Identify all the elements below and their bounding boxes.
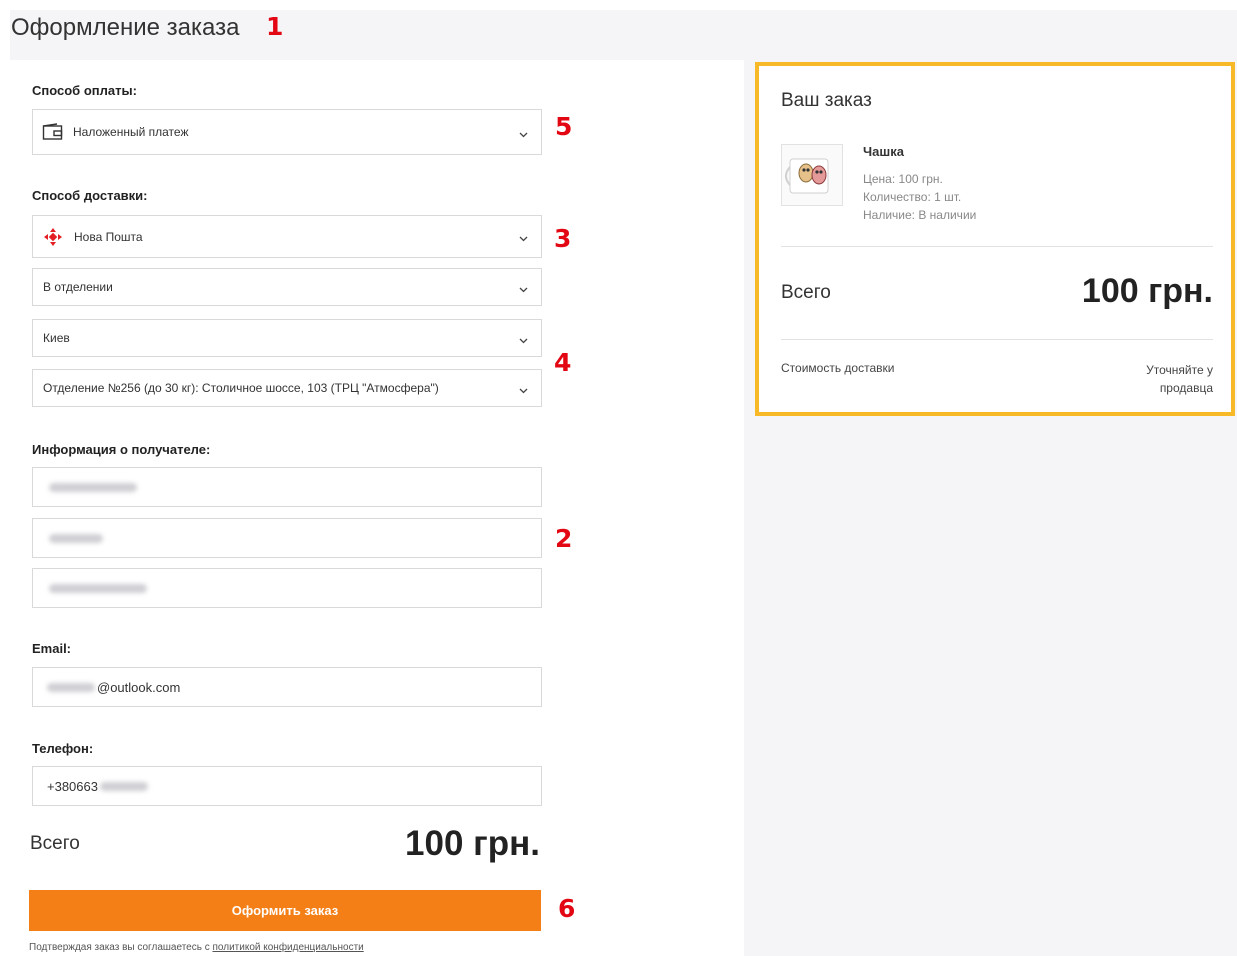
redacted-text bbox=[49, 583, 147, 593]
annotation-marker-5: 5 bbox=[555, 112, 573, 141]
order-summary-title: Ваш заказ bbox=[781, 90, 872, 111]
phone-label: Телефон: bbox=[32, 741, 94, 756]
middle-name-input[interactable] bbox=[32, 568, 542, 608]
page-title: Оформление заказа bbox=[11, 14, 240, 41]
delivery-carrier-select[interactable]: Нова Пошта bbox=[32, 215, 542, 258]
delivery-type-value: В отделении bbox=[43, 280, 113, 294]
recipient-info-label: Информация о получателе: bbox=[32, 442, 211, 457]
divider bbox=[781, 246, 1213, 247]
annotation-marker-6: 6 bbox=[558, 894, 576, 923]
delivery-type-select[interactable]: В отделении bbox=[32, 268, 542, 306]
chevron-down-icon bbox=[519, 283, 528, 293]
product-price: Цена: 100 грн. bbox=[863, 172, 943, 186]
last-name-input[interactable] bbox=[32, 467, 542, 507]
product-quantity: Количество: 1 шт. bbox=[863, 190, 962, 204]
chevron-down-icon bbox=[519, 384, 528, 394]
privacy-notice: Подтверждая заказ вы соглашаетесь с поли… bbox=[29, 942, 364, 953]
delivery-method-label: Способ доставки: bbox=[32, 188, 148, 203]
divider bbox=[781, 339, 1213, 340]
redacted-text bbox=[99, 781, 148, 791]
chevron-down-icon bbox=[519, 232, 528, 242]
product-name: Чашка bbox=[863, 144, 904, 159]
bottom-total-amount: 100 грн. bbox=[405, 824, 540, 863]
annotation-marker-1: 1 bbox=[266, 12, 284, 41]
email-visible-part: @outlook.com bbox=[97, 679, 181, 695]
bottom-total-label: Всего bbox=[30, 833, 80, 854]
summary-total-label: Всего bbox=[781, 282, 831, 303]
annotation-marker-2: 2 bbox=[555, 524, 573, 553]
nova-poshta-logo bbox=[43, 227, 63, 247]
place-order-button[interactable]: Оформить заказ bbox=[29, 890, 541, 931]
branch-value: Отделение №256 (до 30 кг): Столичное шос… bbox=[43, 381, 439, 395]
product-thumbnail[interactable] bbox=[781, 144, 843, 206]
city-value: Киев bbox=[43, 331, 70, 345]
email-input[interactable]: @outlook.com bbox=[32, 667, 542, 707]
delivery-carrier-value: Нова Пошта bbox=[74, 229, 143, 244]
phone-input[interactable]: +380663 bbox=[32, 766, 542, 806]
chevron-down-icon bbox=[519, 334, 528, 344]
order-summary-card: Ваш заказ Чашка Цена: 100 грн. Количеств… bbox=[755, 62, 1235, 416]
shipping-cost-label: Стоимость доставки bbox=[781, 361, 895, 375]
city-select[interactable]: Киев bbox=[32, 319, 542, 357]
redacted-text bbox=[49, 482, 137, 492]
annotation-marker-3: 3 bbox=[554, 224, 572, 253]
branch-select[interactable]: Отделение №256 (до 30 кг): Столичное шос… bbox=[32, 369, 542, 407]
wallet-icon bbox=[42, 123, 64, 141]
redacted-text bbox=[49, 533, 103, 543]
phone-visible-part: +380663 bbox=[47, 778, 98, 794]
email-label: Email: bbox=[32, 641, 72, 656]
redacted-text bbox=[47, 682, 95, 692]
summary-total-amount: 100 грн. bbox=[1081, 272, 1213, 310]
shipping-cost-value: Уточняйте у продавца bbox=[1146, 363, 1213, 395]
privacy-policy-link[interactable]: политикой конфиденциальности bbox=[213, 942, 364, 953]
chevron-down-icon bbox=[519, 128, 528, 138]
payment-method-label: Способ оплаты: bbox=[32, 83, 137, 98]
annotation-marker-4: 4 bbox=[554, 348, 572, 377]
first-name-input[interactable] bbox=[32, 518, 542, 558]
product-availability: Наличие: В наличии bbox=[863, 208, 977, 222]
payment-method-value: Наложенный платеж bbox=[73, 125, 189, 139]
payment-method-select[interactable]: Наложенный платеж bbox=[32, 109, 542, 155]
privacy-notice-text: Подтверждая заказ вы соглашаетесь с bbox=[29, 942, 213, 953]
